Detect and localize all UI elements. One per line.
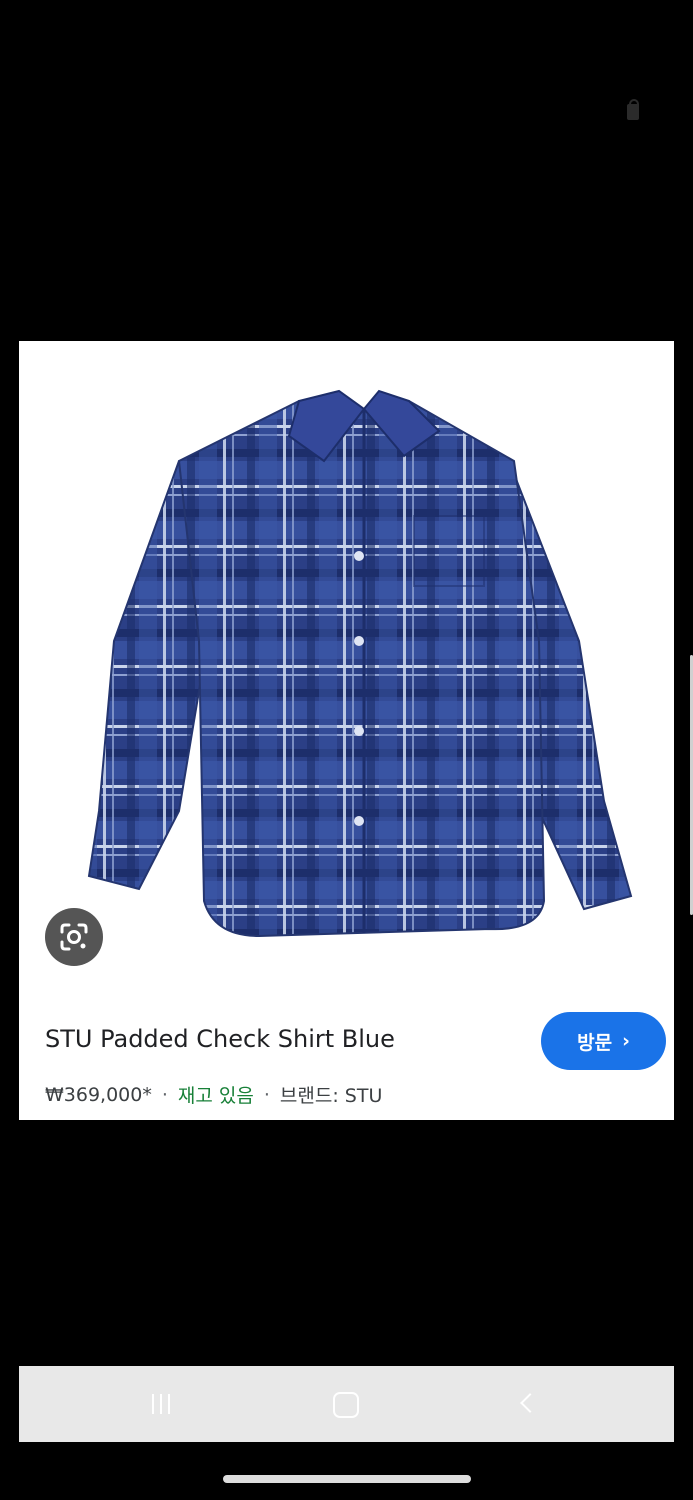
brand-info: 브랜드: STU [279, 1085, 383, 1107]
product-image[interactable] [19, 341, 674, 981]
separator-dot: · [263, 1083, 270, 1106]
product-title[interactable]: STU Padded Check Shirt Blue [45, 1025, 395, 1053]
navigation-bar [19, 1366, 674, 1442]
back-button[interactable] [489, 1366, 569, 1442]
back-icon [520, 1393, 540, 1413]
google-lens-icon [60, 923, 88, 951]
visit-button-label: 방문 [577, 1031, 613, 1054]
visit-button[interactable]: 방문 › [541, 1012, 666, 1070]
google-lens-button[interactable] [45, 908, 103, 966]
stock-status: 재고 있음 [177, 1085, 254, 1107]
product-meta: ₩369,000* · 재고 있음 · 브랜드: STU [45, 1081, 382, 1108]
recent-apps-button[interactable] [121, 1366, 201, 1442]
price: ₩369,000* [45, 1083, 152, 1106]
chevron-right-icon: › [622, 1030, 630, 1052]
home-icon [333, 1392, 359, 1418]
gesture-home-indicator[interactable] [223, 1475, 471, 1483]
home-button[interactable] [305, 1366, 385, 1442]
product-card[interactable]: STU Padded Check Shirt Blue 방문 › ₩369,00… [19, 341, 674, 1120]
lock-icon [627, 99, 639, 120]
separator-dot: · [161, 1083, 168, 1106]
